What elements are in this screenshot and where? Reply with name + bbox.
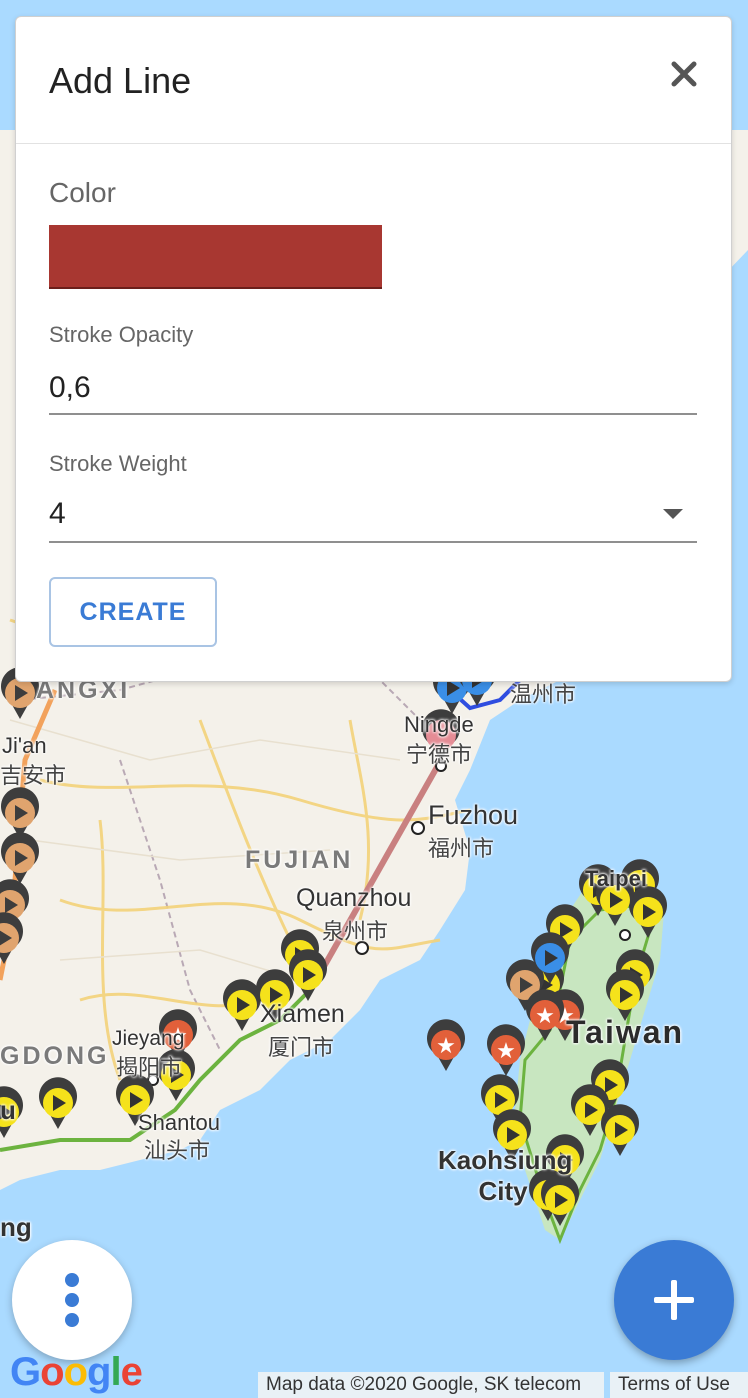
map-marker[interactable] — [288, 949, 327, 1001]
map-marker[interactable] — [629, 886, 668, 938]
map-marker[interactable]: ★ — [526, 989, 565, 1041]
star-icon: ★ — [496, 1038, 516, 1063]
map-attribution: Map data ©2020 Google, SK telecom — [258, 1372, 604, 1398]
caret-down-icon — [663, 509, 683, 519]
close-button[interactable] — [667, 57, 701, 91]
city-label-quanzhou-zh: 泉州市 — [322, 919, 389, 944]
city-label-xiamen: Xiamen — [260, 1000, 345, 1028]
map-marker[interactable] — [0, 832, 40, 884]
region-label-guangdong: GDONG — [0, 1042, 110, 1070]
star-icon: ★ — [436, 1033, 456, 1058]
star-icon: ★ — [535, 1003, 555, 1028]
city-label-jian-zh: 吉安市 — [0, 763, 67, 788]
map-marker[interactable]: ★ — [427, 1019, 465, 1071]
map-marker[interactable] — [0, 912, 23, 964]
region-label-fujian: FUJIAN — [245, 846, 354, 874]
stroke-weight-label: Stroke Weight — [49, 451, 187, 476]
city-label-jian: Ji'an — [2, 733, 47, 758]
color-picker[interactable] — [49, 225, 382, 289]
add-line-dialog: Add Line Color Stroke Opacity Stroke Wei… — [15, 16, 732, 682]
dialog-header: Add Line — [16, 17, 731, 144]
map-marker[interactable]: ★ — [487, 1024, 525, 1076]
map-marker[interactable] — [39, 1077, 77, 1129]
stroke-weight-value: 4 — [49, 497, 66, 530]
stroke-opacity-label: Stroke Opacity — [49, 322, 194, 347]
google-logo: Google — [10, 1350, 143, 1394]
add-button[interactable] — [614, 1240, 734, 1360]
city-label-taipei: Taipei — [585, 866, 647, 891]
city-label-shantou-zh: 汕头市 — [144, 1138, 211, 1163]
city-label-kaohsiung: Kaohsiung City — [438, 1145, 573, 1206]
map-marker[interactable] — [223, 979, 261, 1031]
stroke-opacity-input[interactable] — [49, 363, 697, 415]
city-label-fuzhou-zh: 福州市 — [428, 836, 495, 861]
city-label-quanzhou: Quanzhou — [296, 884, 412, 912]
create-button[interactable]: CREATE — [49, 577, 217, 647]
city-label-jieyang: Jieyang — [112, 1027, 185, 1050]
stroke-weight-select[interactable]: 4 — [49, 489, 697, 543]
city-label-ningde-zh: 宁德市 — [406, 742, 473, 767]
map-marker[interactable] — [601, 1104, 639, 1156]
terms-link[interactable]: Terms of Use — [610, 1372, 748, 1398]
menu-button[interactable] — [12, 1240, 132, 1360]
dialog-title: Add Line — [49, 60, 192, 101]
city-label-fuzhou: Fuzhou — [428, 800, 519, 830]
city-label-jieyang-zh: 揭阳市 — [116, 1055, 183, 1080]
city-label-xiamen-zh: 厦门市 — [268, 1035, 335, 1060]
close-icon — [671, 61, 697, 87]
island-label-taiwan: Taiwan — [566, 1014, 685, 1050]
map-marker[interactable] — [0, 787, 40, 839]
map-label-fragment-ng: ng — [0, 1212, 32, 1242]
city-label-ningde: Ningde — [404, 712, 474, 737]
color-label: Color — [49, 177, 116, 208]
map-label-fragment-u: u — [0, 1095, 16, 1125]
